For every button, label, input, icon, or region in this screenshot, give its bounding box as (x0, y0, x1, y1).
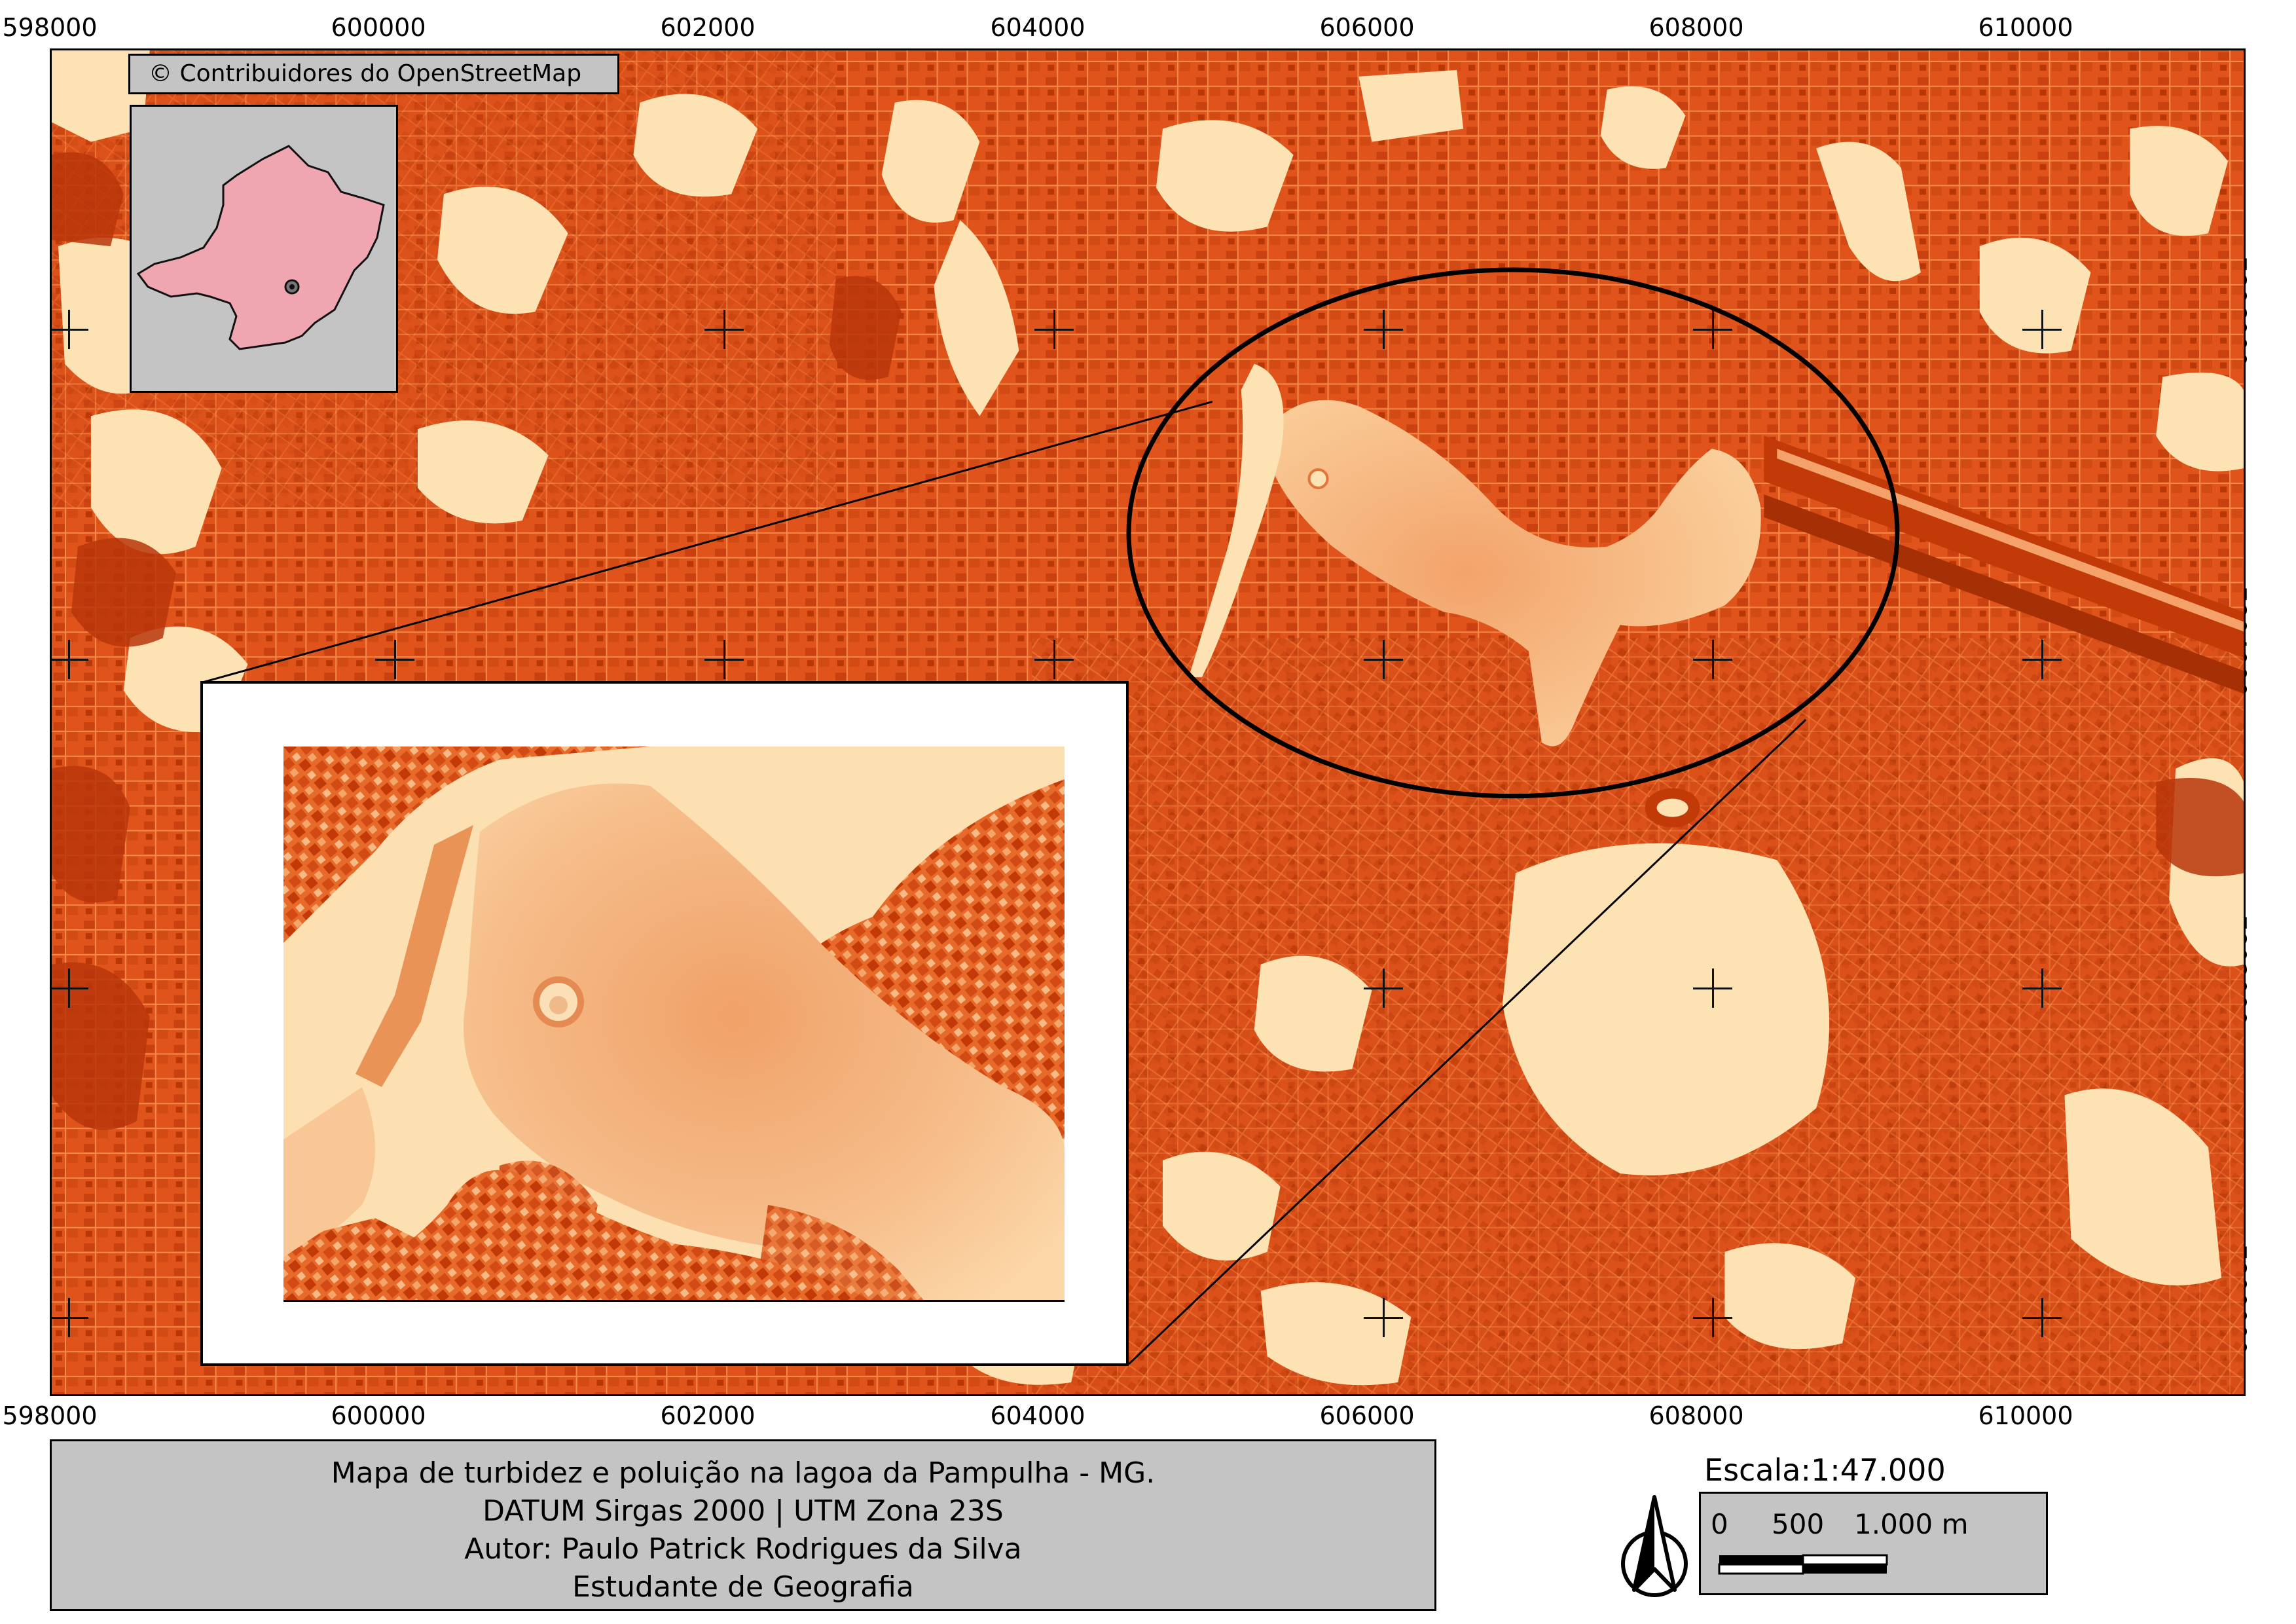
grid-label-top-606000: 606000 (1319, 13, 1415, 42)
scale-ratio: 1:47.000 (1810, 1452, 1946, 1488)
grid-label-top-610000: 610000 (1978, 13, 2073, 42)
inset-zoom-panel (200, 681, 1129, 1366)
grid-cross (52, 640, 88, 679)
grid-label-bottom-608000: 608000 (1649, 1401, 1744, 1430)
map-datum: DATUM Sirgas 2000 | UTM Zona 23S (483, 1494, 1004, 1528)
grid-cross (704, 310, 744, 349)
locator-map (130, 105, 398, 393)
map-author: Autor: Paulo Patrick Rodrigues da Silva (464, 1532, 1022, 1566)
grid-label-top-604000: 604000 (990, 13, 1085, 42)
grid-cross (1364, 640, 1403, 679)
scale-tick-500: 500 (1772, 1508, 1825, 1540)
grid-cross (1693, 1298, 1732, 1337)
grid-cross (2022, 1298, 2062, 1337)
stadium (1645, 788, 1700, 828)
grid-cross (1693, 969, 1732, 1008)
grid-label-bottom-600000: 600000 (331, 1401, 426, 1430)
osm-attribution: © Contribuidores do OpenStreetMap (128, 54, 619, 94)
inset-raster (283, 747, 1065, 1300)
grid-cross (1693, 310, 1732, 349)
scale-tick-0: 0 (1711, 1508, 1728, 1540)
grid-label-bottom-606000: 606000 (1319, 1401, 1415, 1430)
grid-cross (2022, 310, 2062, 349)
grid-cross (1034, 640, 1074, 679)
grid-label-top-602000: 602000 (660, 13, 756, 42)
grid-cross (1034, 310, 1074, 349)
grid-label-bottom-604000: 604000 (990, 1401, 1085, 1430)
inset-lagoon-view (283, 747, 1065, 1302)
grid-cross (52, 1298, 88, 1337)
grid-cross (1364, 969, 1403, 1008)
map-title-block: Mapa de turbidez e poluição na lagoa da … (50, 1439, 1436, 1611)
grid-cross (1364, 1298, 1403, 1337)
map-author-role: Estudante de Geografia (572, 1570, 914, 1604)
grid-label-left-7802000: 7802000 (0, 915, 3, 1026)
grid-cross (52, 310, 88, 349)
grid-label-top-598000: 598000 (2, 13, 98, 42)
scale-tick-1000: 1.000 m (1854, 1508, 1969, 1540)
grid-label-bottom-598000: 598000 (2, 1401, 98, 1430)
grid-cross (375, 640, 414, 679)
grid-cross (2022, 969, 2062, 1008)
grid-label-bottom-602000: 602000 (660, 1401, 756, 1430)
grid-cross (1693, 640, 1732, 679)
grid-label-top-600000: 600000 (331, 13, 426, 42)
scale-bar-box: 0 500 1.000 m (1699, 1492, 2048, 1595)
grid-label-left-7806000: 7806000 (0, 256, 3, 367)
scale-label: Escala:1:47.000 (1704, 1452, 1946, 1488)
grid-cross (52, 969, 88, 1008)
grid-cross (1364, 310, 1403, 349)
north-arrow-icon (1612, 1492, 1697, 1598)
scale-label-text: Escala: (1704, 1452, 1811, 1488)
grid-cross (704, 640, 744, 679)
grid-label-top-608000: 608000 (1649, 13, 1744, 42)
grid-label-bottom-610000: 610000 (1978, 1401, 2073, 1430)
grid-label-left-7800000: 7800000 (0, 1244, 3, 1356)
scale-bar (1718, 1554, 1888, 1575)
grid-label-left-7804000: 7804000 (0, 586, 3, 697)
map-title: Mapa de turbidez e poluição na lagoa da … (331, 1456, 1156, 1490)
grid-cross (2022, 640, 2062, 679)
state-outline-icon (136, 145, 385, 350)
